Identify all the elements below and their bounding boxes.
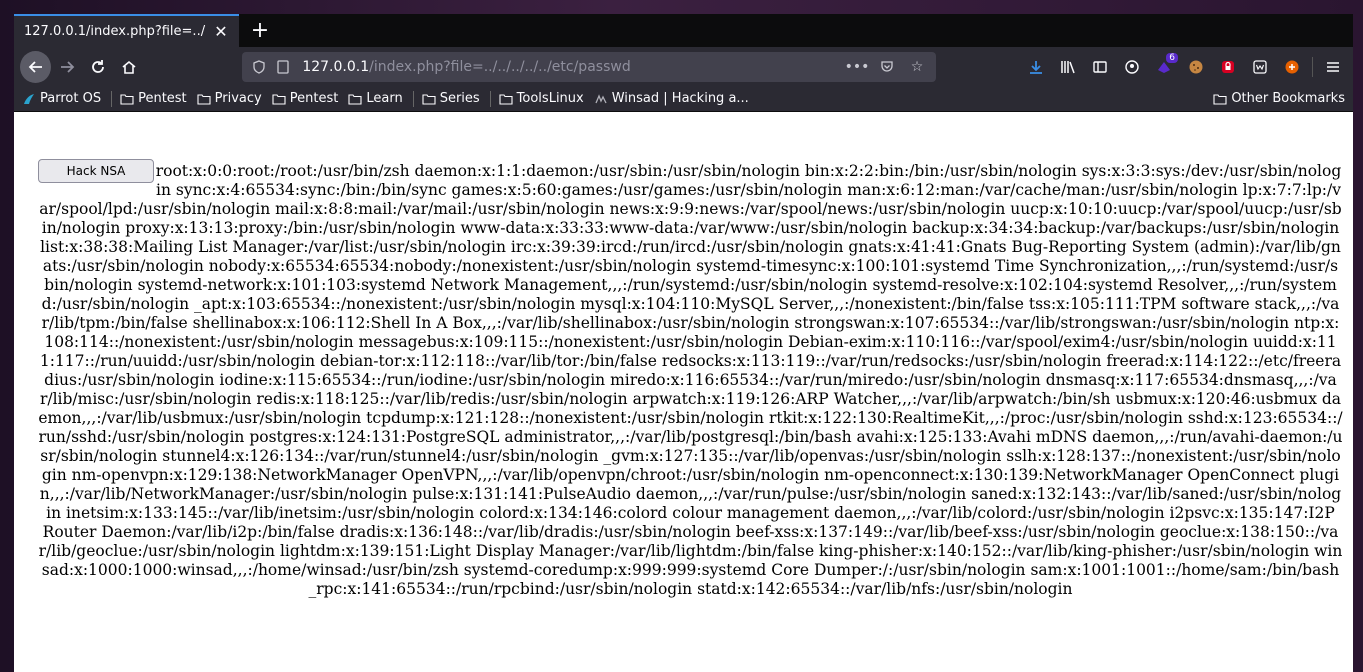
sidebar-icon[interactable] [1084,51,1116,83]
lock-extension-icon[interactable] [1212,51,1244,83]
tab-title: 127.0.0.1/index.php?file=../ [24,24,206,39]
tab-active[interactable]: 127.0.0.1/index.php?file=../ ✕ [14,14,239,47]
downloads-icon[interactable] [1020,51,1052,83]
bookmarks-toolbar: Parrot OS Pentest Privacy Pentest Learn … [14,86,1353,112]
bookmark-label: Privacy [214,91,262,106]
back-button[interactable] [20,50,52,83]
bookmark-folder-toolslinux[interactable]: ToolsLinux [499,91,584,106]
bookmark-folder-learn[interactable]: Learn [348,91,403,106]
shield-icon[interactable] [248,56,270,78]
folder-icon [120,93,134,105]
reload-icon [91,59,104,73]
home-button[interactable] [113,51,144,83]
more-actions-icon[interactable]: ••• [845,56,870,78]
url-path: /index.php?file=../../../../../etc/passw… [369,58,631,75]
back-arrow-icon [28,60,42,73]
folder-icon [197,93,211,105]
folder-icon [499,93,513,105]
bookmark-folder-privacy[interactable]: Privacy [197,91,262,106]
bookmark-label: Pentest [289,91,339,106]
bookmark-separator [412,90,414,107]
library-icon[interactable] [1052,51,1084,83]
forward-arrow-icon [60,60,74,73]
page-content: Hack NSA root:x:0:0:root:/root:/usr/bin/z… [14,112,1353,672]
bookmark-parrot-os[interactable]: Parrot OS [22,91,101,106]
page-info-icon[interactable] [272,56,294,78]
bookmark-separator [111,90,113,107]
menu-icon[interactable] [1317,51,1349,83]
new-tab-icon[interactable]: + [245,14,275,47]
bookmark-label: Series [439,91,480,106]
folder-icon [348,93,362,105]
close-tab-icon[interactable]: ✕ [213,22,229,41]
account-icon[interactable] [1116,51,1148,83]
toolbar-separator [1312,56,1314,77]
pocket-icon[interactable] [876,56,898,78]
folder-icon [1213,93,1227,105]
tab-strip: 127.0.0.1/index.php?file=../ ✕ + [14,14,1353,47]
bookmark-label: Learn [366,91,403,106]
bookmark-separator [489,90,491,107]
bookmark-star-icon[interactable]: ☆ [906,56,928,78]
url-host: 127.0.0.1 [302,58,370,75]
hackbar-icon[interactable] [1276,51,1308,83]
passwd-text: root:x:0:0:root:/root:/usr/bin/zsh daemo… [38,162,1343,598]
wappalyzer-icon[interactable] [1244,51,1276,83]
bookmark-folder-pentest-2[interactable]: Pentest [272,91,339,106]
forward-button[interactable] [51,51,82,83]
other-bookmarks-label: Other Bookmarks [1231,91,1345,106]
home-icon [122,60,136,74]
bookmark-label: Parrot OS [40,91,102,106]
parrot-icon [22,92,36,106]
url-bar[interactable]: 127.0.0.1/index.php?file=../../../../../… [242,51,937,82]
folder-icon [422,93,436,105]
bookmark-label: ToolsLinux [516,91,584,106]
bookmark-winsad[interactable]: Winsad | Hacking a... [594,91,749,106]
hack-nsa-button[interactable]: Hack NSA [38,159,154,183]
passwd-output: Hack NSA root:x:0:0:root:/root:/usr/bin/z… [38,159,1343,599]
folder-icon [272,93,286,105]
bookmark-label: Pentest [138,91,187,106]
extension-foxyproxy-icon[interactable]: 6 [1148,51,1180,83]
winsad-icon [594,92,608,106]
cookie-icon[interactable] [1180,51,1212,83]
bookmark-folder-series[interactable]: Series [422,91,480,106]
bookmark-folder-pentest[interactable]: Pentest [120,91,187,106]
reload-button[interactable] [82,51,113,83]
bookmark-label: Winsad | Hacking a... [611,91,749,106]
extension-badge: 6 [1166,52,1179,63]
browser-window: 127.0.0.1/index.php?file=../ ✕ + 127.0.0… [14,14,1353,672]
nav-toolbar: 127.0.0.1/index.php?file=../../../../../… [14,47,1353,86]
other-bookmarks[interactable]: Other Bookmarks [1213,91,1345,106]
url-text[interactable]: 127.0.0.1/index.php?file=../../../../../… [302,59,846,75]
